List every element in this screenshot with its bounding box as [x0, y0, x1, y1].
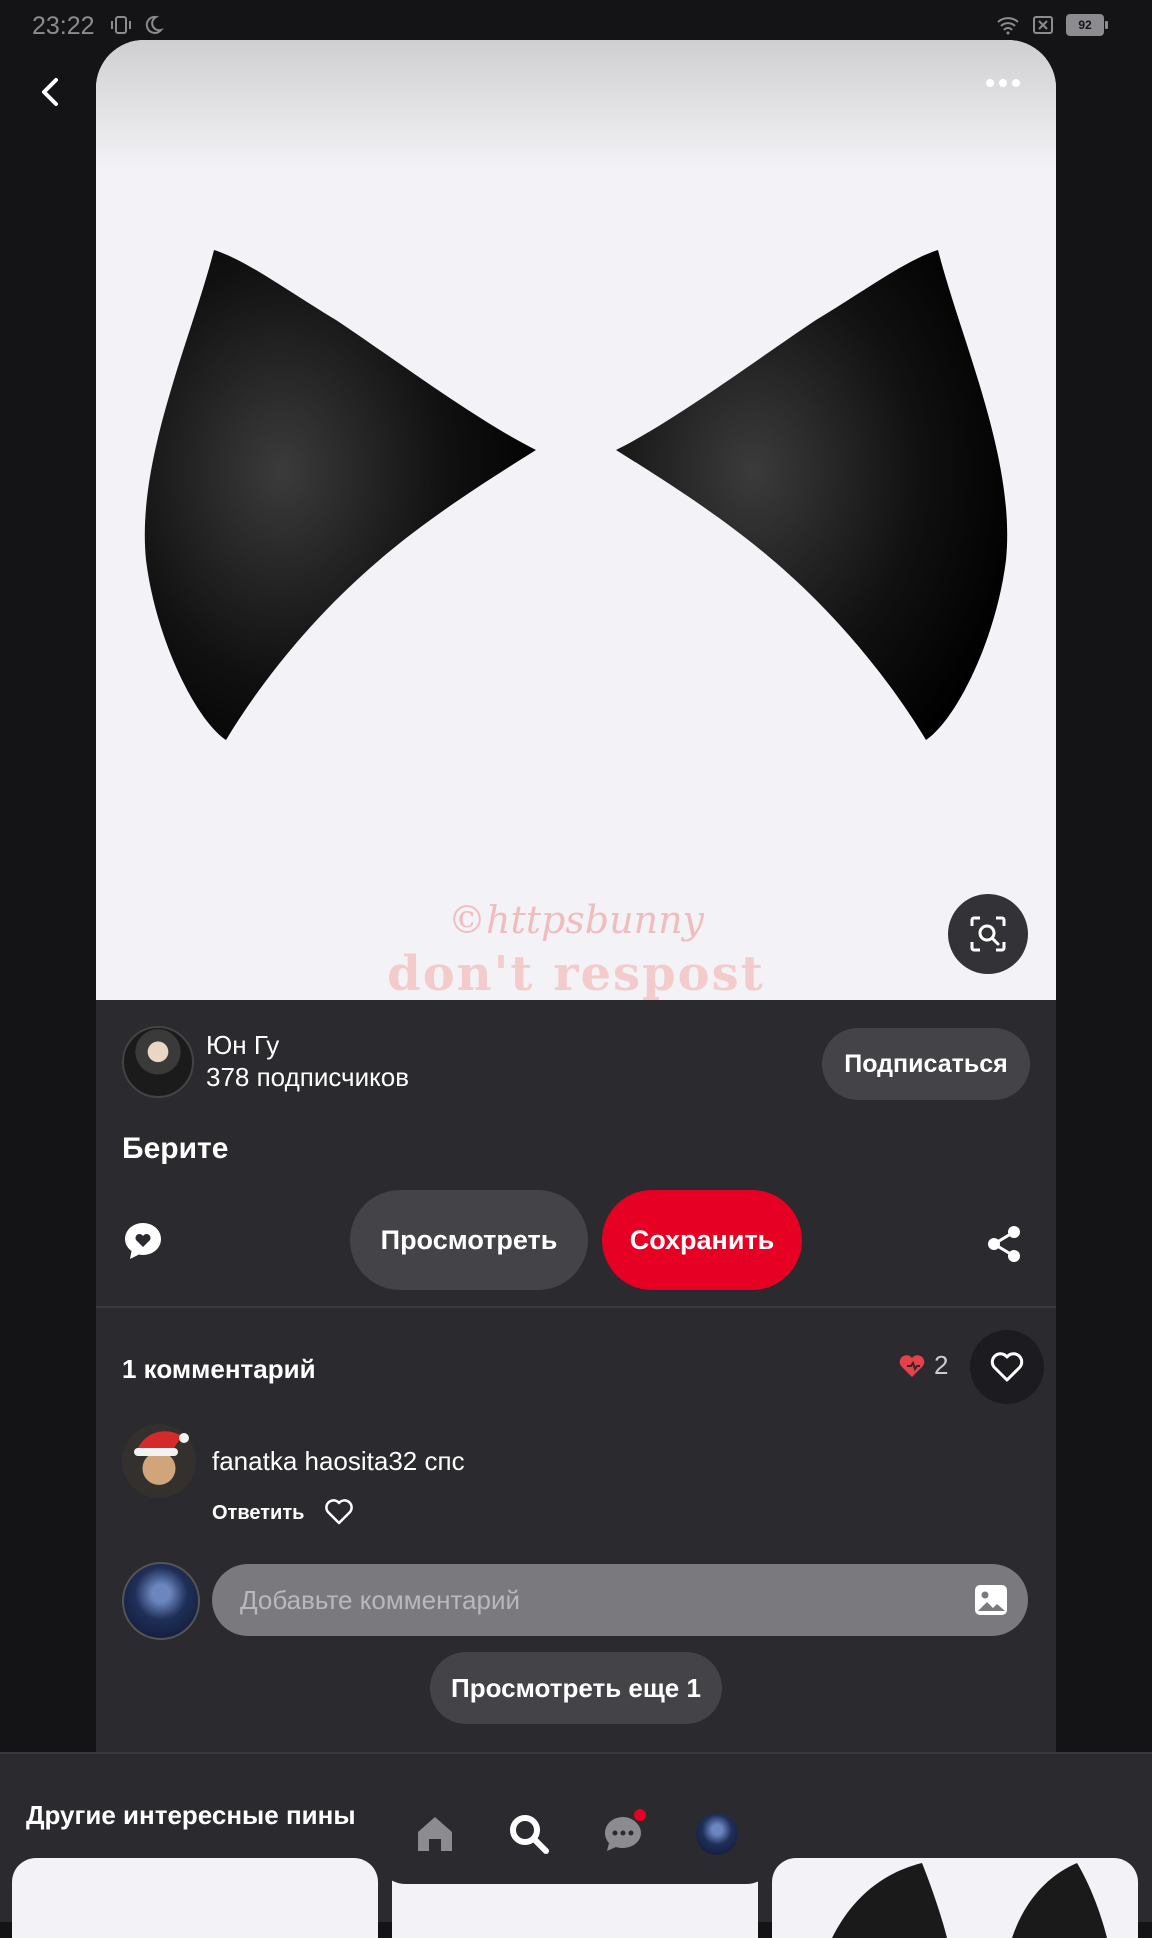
vibrate-icon — [111, 16, 131, 34]
moon-icon — [145, 15, 164, 34]
no-sim-icon — [1033, 16, 1053, 34]
back-button[interactable] — [28, 70, 72, 114]
reactions[interactable]: 2 — [898, 1350, 948, 1381]
heart-icon — [990, 1352, 1024, 1382]
more-options-button[interactable] — [978, 68, 1028, 98]
cat-ears-thumbnail — [832, 1863, 1107, 1938]
reaction-heart-icon — [899, 1354, 925, 1377]
my-avatar — [122, 1562, 200, 1640]
santa-hat-icon — [134, 1431, 189, 1456]
pin-card: ©httpsbunny don't respost Юн Гу 378 подп… — [96, 40, 1056, 1752]
cat-ears-image — [144, 250, 1008, 740]
author-followers: 378 подписчиков — [206, 1062, 410, 1092]
nav-search[interactable] — [504, 1809, 554, 1859]
comment-username[interactable]: fanatka haosita32 — [212, 1446, 417, 1476]
status-time: 23:22 — [32, 12, 95, 40]
pin-title: Берите — [122, 1132, 229, 1165]
notification-dot — [634, 1809, 646, 1821]
pin-image[interactable]: ©httpsbunny don't respost — [96, 40, 1056, 1000]
comment-like-button[interactable] — [324, 1498, 354, 1526]
nav-profile[interactable] — [692, 1809, 742, 1859]
comment-body: спс — [424, 1446, 465, 1476]
watermark-credit: ©httpsbunny — [447, 898, 705, 942]
status-left-icons — [110, 14, 164, 36]
author-avatar[interactable] — [122, 1026, 194, 1098]
reactions-count: 2 — [934, 1350, 949, 1380]
save-button[interactable]: Сохранить — [602, 1190, 802, 1290]
subscribe-button[interactable]: Подписаться — [822, 1028, 1030, 1100]
view-button[interactable]: Просмотреть — [350, 1190, 588, 1290]
visual-search-icon — [970, 916, 1006, 952]
share-button[interactable] — [984, 1224, 1024, 1264]
pin-thumbnail[interactable] — [12, 1858, 378, 1938]
back-icon — [42, 78, 58, 106]
comment-input[interactable]: Добавьте комментарий — [212, 1564, 1028, 1636]
comment-text: fanatka haosita32 спс — [212, 1446, 465, 1477]
home-icon — [418, 1817, 452, 1851]
profile-avatar — [696, 1813, 738, 1855]
reply-link[interactable]: Ответить — [212, 1502, 304, 1525]
like-button[interactable] — [970, 1330, 1044, 1404]
add-image-button[interactable] — [974, 1584, 1008, 1616]
image-icon — [975, 1585, 1007, 1615]
watermark-note: don't respost — [387, 946, 765, 1000]
visual-search-button[interactable] — [948, 894, 1028, 974]
heart-outline-icon — [325, 1499, 353, 1525]
comments-count: 1 комментарий — [122, 1354, 316, 1384]
wifi-icon — [997, 17, 1019, 35]
share-icon — [988, 1226, 1020, 1262]
comment-button[interactable] — [122, 1220, 164, 1262]
more-icon — [986, 79, 1020, 87]
status-right-icons: 92 — [996, 14, 1108, 36]
divider — [96, 1306, 1056, 1308]
nav-messages[interactable] — [598, 1809, 648, 1859]
nav-home[interactable] — [410, 1809, 460, 1859]
search-icon — [510, 1815, 549, 1854]
battery-icon: 92 — [1066, 14, 1108, 36]
comment-bubble-icon — [125, 1223, 161, 1259]
bottom-navigation — [376, 1784, 776, 1884]
pin-thumbnail[interactable] — [772, 1858, 1138, 1938]
author-name[interactable]: Юн Гу — [206, 1030, 279, 1061]
view-more-comments-button[interactable]: Просмотреть еще 1 — [430, 1652, 722, 1724]
more-pins-title: Другие интересные пины — [26, 1800, 356, 1830]
